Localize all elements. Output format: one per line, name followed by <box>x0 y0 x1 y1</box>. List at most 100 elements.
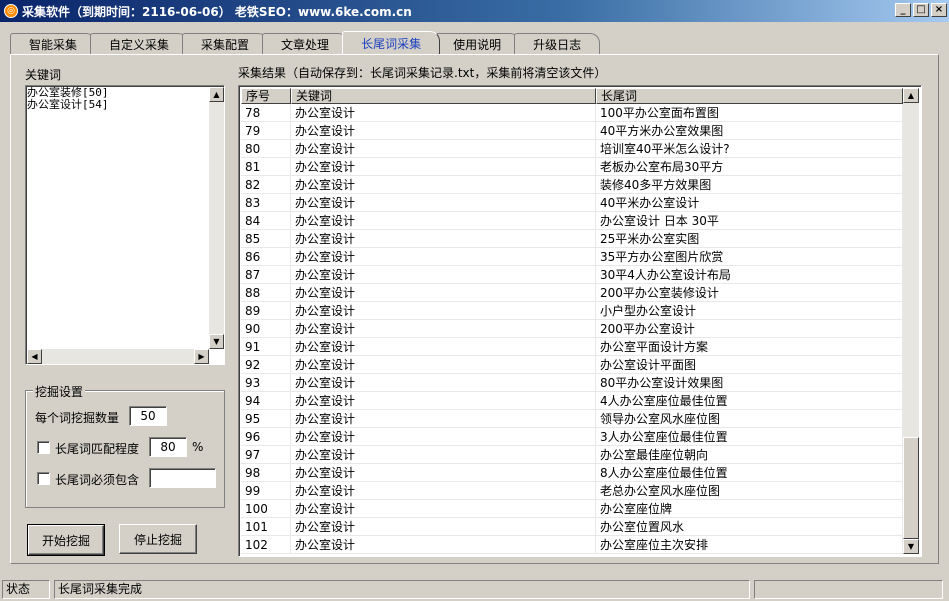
window-title: 采集软件（到期时间：2116-06-06） 老铁SEO：www.6ke.com.… <box>22 4 412 19</box>
app-logo-icon: ◎ <box>4 4 18 18</box>
table-row[interactable]: 90 办公室设计 200平办公室设计 <box>241 320 903 338</box>
table-row[interactable]: 78 办公室设计 100平办公室面布置图 <box>241 104 903 122</box>
cell-keyword: 办公室设计 <box>291 338 596 355</box>
results-vertical-scrollbar[interactable]: ▲ ▼ <box>903 88 919 554</box>
table-row[interactable]: 97 办公室设计 办公室最佳座位朝向 <box>241 446 903 464</box>
cell-index: 93 <box>241 374 291 391</box>
tab-custom-collect[interactable]: 自定义采集 <box>90 33 189 54</box>
status-label: 状态 <box>2 580 50 599</box>
table-row[interactable]: 83 办公室设计 40平米办公室设计 <box>241 194 903 212</box>
cell-index: 94 <box>241 392 291 409</box>
keywords-vertical-scrollbar[interactable]: ▲ ▼ <box>209 87 224 349</box>
close-button[interactable]: × <box>931 3 947 17</box>
table-row[interactable]: 87 办公室设计 30平4人办公室设计布局 <box>241 266 903 284</box>
cell-index: 81 <box>241 158 291 175</box>
match-input[interactable]: 80 <box>149 437 187 457</box>
stop-mining-button[interactable]: 停止挖掘 <box>119 524 197 554</box>
scroll-left-arrow-icon[interactable]: ◀ <box>27 349 42 364</box>
scroll-up-arrow-icon[interactable]: ▲ <box>903 88 919 103</box>
cell-keyword: 办公室设计 <box>291 248 596 265</box>
status-bar: 状态 长尾词采集完成 <box>0 578 949 601</box>
tab-collect-config[interactable]: 采集配置 <box>182 33 269 54</box>
cell-keyword: 办公室设计 <box>291 194 596 211</box>
cell-index: 92 <box>241 356 291 373</box>
table-row[interactable]: 98 办公室设计 8人办公室座位最佳位置 <box>241 464 903 482</box>
tab-article-process[interactable]: 文章处理 <box>262 33 349 54</box>
tab-longtail-collect[interactable]: 长尾词采集 <box>342 31 441 54</box>
cell-index: 82 <box>241 176 291 193</box>
cell-index: 96 <box>241 428 291 445</box>
table-row[interactable]: 93 办公室设计 80平办公室设计效果图 <box>241 374 903 392</box>
cell-longtail: 领导办公室风水座位图 <box>596 410 903 427</box>
cell-index: 101 <box>241 518 291 535</box>
table-row[interactable]: 94 办公室设计 4人办公室座位最佳位置 <box>241 392 903 410</box>
minimize-button[interactable]: _ <box>895 3 911 17</box>
cell-keyword: 办公室设计 <box>291 230 596 247</box>
results-table[interactable]: 序号 关键词 长尾词 78 办公室设计 100平办公室面布置图 79 办公室设计 40平方… <box>238 85 922 557</box>
cell-index: 85 <box>241 230 291 247</box>
table-row[interactable]: 80 办公室设计 培训室40平米怎么设计? <box>241 140 903 158</box>
must-contain-input[interactable] <box>149 468 216 488</box>
table-row[interactable]: 96 办公室设计 3人办公室座位最佳位置 <box>241 428 903 446</box>
start-mining-button[interactable]: 开始挖掘 <box>27 524 105 556</box>
keywords-horizontal-scrollbar[interactable]: ◀ ▶ <box>27 349 209 364</box>
table-row[interactable]: 92 办公室设计 办公室设计平面图 <box>241 356 903 374</box>
cell-keyword: 办公室设计 <box>291 302 596 319</box>
table-row[interactable]: 82 办公室设计 装修40多平方效果图 <box>241 176 903 194</box>
match-label: 长尾词匹配程度 <box>55 442 140 456</box>
scroll-up-arrow-icon[interactable]: ▲ <box>209 87 224 102</box>
cell-keyword: 办公室设计 <box>291 140 596 157</box>
cell-index: 95 <box>241 410 291 427</box>
title-bar[interactable]: ◎ 采集软件（到期时间：2116-06-06） 老铁SEO：www.6ke.co… <box>0 0 949 22</box>
scroll-right-arrow-icon[interactable]: ▶ <box>194 349 209 364</box>
table-row[interactable]: 100 办公室设计 办公室座位牌 <box>241 500 903 518</box>
table-row[interactable]: 88 办公室设计 200平办公室装修设计 <box>241 284 903 302</box>
table-row[interactable]: 85 办公室设计 25平米办公室实图 <box>241 230 903 248</box>
cell-keyword: 办公室设计 <box>291 122 596 139</box>
scroll-down-arrow-icon[interactable]: ▼ <box>903 539 919 554</box>
column-header-index[interactable]: 序号 <box>241 88 291 104</box>
mining-settings-title: 挖掘设置 <box>33 383 86 400</box>
cell-longtail: 3人办公室座位最佳位置 <box>596 428 903 445</box>
cell-longtail: 200平办公室装修设计 <box>596 284 903 301</box>
cell-keyword: 办公室设计 <box>291 428 596 445</box>
table-row[interactable]: 99 办公室设计 老总办公室风水座位图 <box>241 482 903 500</box>
keywords-label: 关键词 <box>25 68 62 82</box>
cell-longtail: 4人办公室座位最佳位置 <box>596 392 903 409</box>
scroll-thumb[interactable] <box>903 437 919 539</box>
cell-keyword: 办公室设计 <box>291 518 596 535</box>
tab-usage-guide[interactable]: 使用说明 <box>434 33 521 54</box>
count-label: 每个词挖掘数量 <box>35 411 120 425</box>
column-header-longtail[interactable]: 长尾词 <box>596 88 903 104</box>
tab-upgrade-log[interactable]: 升级日志 <box>514 33 601 54</box>
tab-smart-collect[interactable]: 智能采集 <box>10 33 97 54</box>
cell-longtail: 办公室平面设计方案 <box>596 338 903 355</box>
maximize-button[interactable]: □ <box>913 3 929 17</box>
table-row[interactable]: 95 办公室设计 领导办公室风水座位图 <box>241 410 903 428</box>
table-row[interactable]: 101 办公室设计 办公室位置风水 <box>241 518 903 536</box>
table-row[interactable]: 102 办公室设计 办公室座位主次安排 <box>241 536 903 554</box>
cell-longtail: 办公室座位牌 <box>596 500 903 517</box>
table-row[interactable]: 84 办公室设计 办公室设计 日本 30平 <box>241 212 903 230</box>
count-input[interactable]: 50 <box>129 406 167 426</box>
cell-index: 102 <box>241 536 291 553</box>
cell-keyword: 办公室设计 <box>291 320 596 337</box>
table-row[interactable]: 79 办公室设计 40平方米办公室效果图 <box>241 122 903 140</box>
keywords-textarea[interactable]: 办公室装修[50] 办公室设计[54] ▲ ▼ ◀ ▶ <box>25 85 225 365</box>
cell-longtail: 办公室设计 日本 30平 <box>596 212 903 229</box>
cell-index: 88 <box>241 284 291 301</box>
table-row[interactable]: 86 办公室设计 35平方办公室图片欣赏 <box>241 248 903 266</box>
table-row[interactable]: 89 办公室设计 小户型办公室设计 <box>241 302 903 320</box>
cell-index: 98 <box>241 464 291 481</box>
match-checkbox[interactable] <box>37 441 50 454</box>
scroll-down-arrow-icon[interactable]: ▼ <box>209 334 224 349</box>
must-contain-checkbox[interactable] <box>37 472 50 485</box>
column-header-keyword[interactable]: 关键词 <box>291 88 596 104</box>
cell-keyword: 办公室设计 <box>291 374 596 391</box>
table-row[interactable]: 91 办公室设计 办公室平面设计方案 <box>241 338 903 356</box>
table-row[interactable]: 81 办公室设计 老板办公室布局30平方 <box>241 158 903 176</box>
cell-longtail: 老板办公室布局30平方 <box>596 158 903 175</box>
cell-longtail: 200平办公室设计 <box>596 320 903 337</box>
cell-longtail: 办公室位置风水 <box>596 518 903 535</box>
cell-longtail: 40平米办公室设计 <box>596 194 903 211</box>
